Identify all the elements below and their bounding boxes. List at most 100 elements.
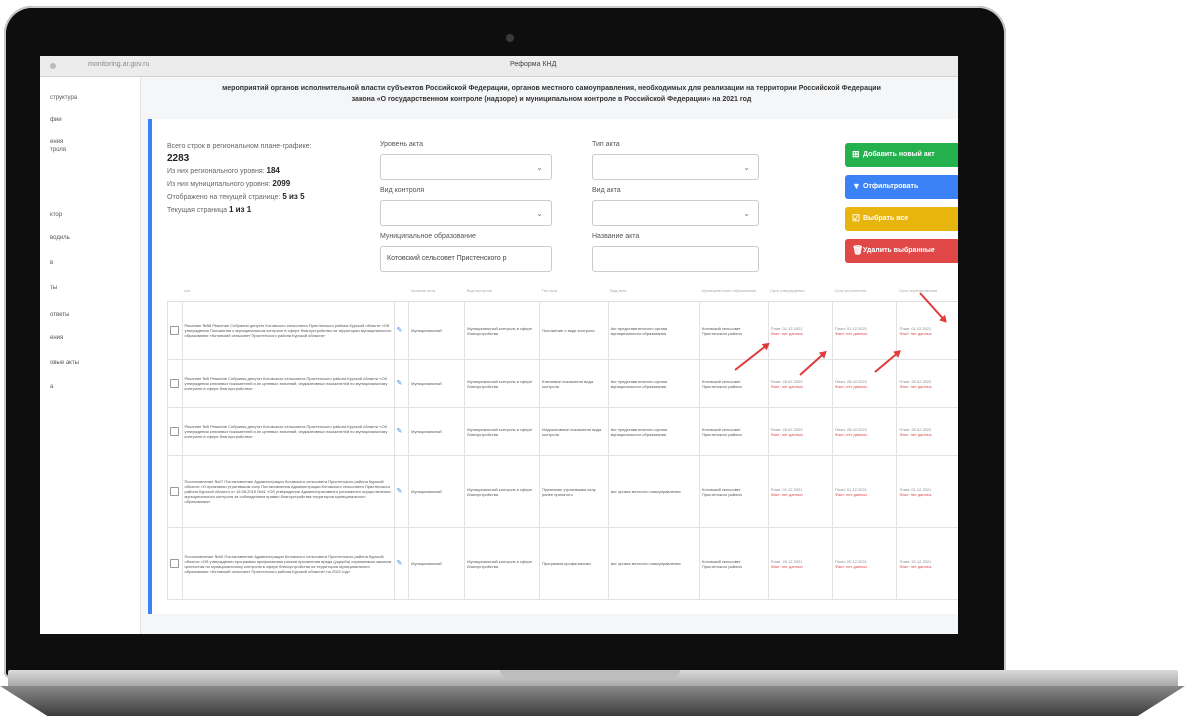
cell-kind: Акт органа местного самоуправления — [607, 455, 701, 528]
address-bar[interactable]: monitoring.ar.gov.ru — [88, 61, 149, 68]
cell-mo: Котовский сельсовет Пристенского района — [699, 455, 769, 528]
stat-shown-label: Отображено на текущей странице: — [167, 194, 281, 201]
trash-icon: 🗑 — [852, 245, 864, 255]
row-checkbox[interactable] — [170, 558, 179, 568]
control-select[interactable]: ⌄ — [380, 200, 552, 226]
cell-control: Муниципальный контроль в сфере благоустр… — [464, 359, 541, 408]
kind-select[interactable]: ⌄ — [592, 200, 759, 226]
stat-page-label: Текущая страница — [167, 207, 227, 214]
stat-municipal-value: 2099 — [272, 179, 291, 188]
stats-block: Всего строк в региональном плане-графике… — [167, 141, 311, 217]
sidebar-item[interactable]: ты — [50, 285, 57, 291]
cell-cb-cell[interactable] — [167, 527, 183, 600]
cell-edit-cell[interactable]: ✎ — [393, 527, 410, 600]
filters-card: Всего строк в региональном плане-графике… — [148, 119, 958, 614]
mo-input-value: Котовский сельсовет Пристенского р — [387, 255, 507, 262]
delete-selected-button-label: Удалить выбранные — [863, 247, 935, 254]
cell-date2: План: 28.02.2022 Факт: нет данных — [832, 407, 898, 456]
delete-selected-button[interactable]: 🗑 Удалить выбранные — [845, 239, 958, 263]
screen: monitoring.ar.gov.ru Реформа КНД структу… — [40, 56, 958, 634]
sidebar-item[interactable]: структура — [50, 95, 77, 101]
cell-edit-cell[interactable]: ✎ — [393, 359, 410, 408]
header-kind: Вид акта — [608, 279, 700, 302]
cell-level: Муниципальный — [408, 455, 466, 528]
header-date2: Срок вступления — [832, 279, 897, 302]
cell-cb-cell[interactable] — [167, 359, 183, 408]
edit-icon[interactable]: ✎ — [397, 428, 403, 435]
fact-date: Факт: нет данных — [835, 383, 868, 389]
header-act: Акт — [182, 279, 395, 302]
type-select[interactable]: ⌄ — [592, 154, 759, 180]
stat-municipal: Из них муниципального уровня: 2099 — [167, 178, 311, 191]
cell-cb-cell[interactable] — [167, 407, 183, 456]
stat-shown: Отображено на текущей странице: 5 из 5 — [167, 191, 311, 204]
cell-date3: План: 01.12.2021 Факт: нет данных — [896, 455, 958, 528]
acts-table: Акт Уровень акта Вид контроля Тип акта В… — [167, 279, 958, 600]
cell-edit-cell[interactable]: ✎ — [393, 455, 410, 528]
sidebar-item[interactable]: троля — [50, 147, 66, 153]
mo-input[interactable]: Котовский сельсовет Пристенского р — [380, 246, 552, 272]
table-row: Решение №58 Решение Собрания депутат Кот… — [167, 301, 958, 360]
cell-type: Признание утратившим силу ранее принятог… — [539, 455, 609, 528]
filter-button-label: Отфильтровать — [863, 183, 919, 190]
cell-date3: План: 01.12.2021 Факт: нет данных — [896, 301, 958, 360]
sidebar-item[interactable]: ктор — [50, 212, 62, 218]
fact-date: Факт: нет данных — [899, 431, 932, 437]
edit-icon[interactable]: ✎ — [397, 380, 403, 387]
edit-icon[interactable]: ✎ — [397, 488, 403, 495]
sidebar-item[interactable]: ения — [50, 335, 63, 341]
edit-icon[interactable]: ✎ — [397, 327, 403, 334]
level-select[interactable]: ⌄ — [380, 154, 552, 180]
cell-date2: План: 28.02.2022 Факт: нет данных — [832, 359, 898, 408]
row-checkbox[interactable] — [170, 325, 179, 335]
level-label: Уровень акта — [380, 141, 423, 148]
header-level: Уровень акта — [408, 279, 465, 302]
header-date3: Срок опубликования — [896, 279, 958, 302]
cell-cb-cell[interactable] — [167, 455, 183, 528]
row-checkbox[interactable] — [170, 486, 179, 496]
cell-cb-cell[interactable] — [167, 301, 183, 360]
cell-act: Решение №5 Решение Собрания депутат Кото… — [181, 359, 395, 408]
fact-date: Факт: нет данных — [835, 491, 868, 497]
page-title-line1: мероприятий органов исполнительной власт… — [222, 85, 881, 92]
cell-level: Муниципальный — [408, 359, 466, 408]
cell-act: Решение №58 Решение Собрания депутат Кот… — [181, 301, 395, 360]
stat-regional-value: 184 — [266, 166, 280, 175]
lock-icon — [50, 63, 56, 69]
cell-edit-cell[interactable]: ✎ — [393, 407, 410, 456]
plus-icon: ⊞ — [852, 149, 860, 159]
stat-regional: Из них регионального уровня: 184 — [167, 165, 311, 178]
row-checkbox[interactable] — [170, 426, 179, 436]
cell-date2: План: 01.12.2021 Факт: нет данных — [832, 301, 898, 360]
row-checkbox[interactable] — [170, 378, 179, 388]
cell-control: Муниципальный контроль в сфере благоустр… — [464, 527, 541, 600]
stat-regional-label: Из них регионального уровня: — [167, 168, 265, 175]
sidebar-item[interactable]: фии — [50, 117, 62, 123]
fact-date: Факт: нет данных — [770, 563, 803, 569]
cell-kind: Акт представительного органа муниципальн… — [607, 301, 701, 360]
cell-edit-cell[interactable]: ✎ — [393, 301, 410, 360]
filter-button[interactable]: ▼ Отфильтровать — [845, 175, 958, 199]
laptop-base-bottom — [0, 686, 1185, 716]
header-type: Тип акта — [539, 279, 609, 302]
sidebar-item[interactable]: а — [50, 384, 53, 390]
sidebar-item[interactable]: водиль — [50, 235, 70, 241]
sidebar-item[interactable]: в — [50, 260, 53, 266]
cell-date1: План: 28.02.2022 Факт: нет данных — [767, 359, 834, 408]
page-title: мероприятий органов исполнительной власт… — [145, 83, 958, 105]
cell-kind: Акт органа местного самоуправления — [607, 527, 701, 600]
add-act-button[interactable]: ⊞ Добавить новый акт — [845, 143, 958, 167]
name-input[interactable] — [592, 246, 759, 272]
select-all-button[interactable]: ☑ Выбрать все — [845, 207, 958, 231]
table-row: Решение №5 Решение Собрания депутат Кото… — [167, 407, 958, 456]
fact-date: Факт: нет данных — [835, 330, 868, 336]
sidebar-item[interactable]: ения — [50, 139, 63, 145]
sidebar-item[interactable]: овые акты — [50, 360, 79, 366]
cell-act: Постановление №47 Постановление Админист… — [181, 455, 395, 528]
laptop-notch — [500, 670, 680, 678]
edit-icon[interactable]: ✎ — [397, 560, 403, 567]
checkbox-icon: ☑ — [852, 213, 861, 223]
header-mo: Муниципальное образование — [699, 279, 769, 302]
header-control: Вид контроля — [464, 279, 540, 302]
sidebar-item[interactable]: ответы — [50, 312, 69, 318]
